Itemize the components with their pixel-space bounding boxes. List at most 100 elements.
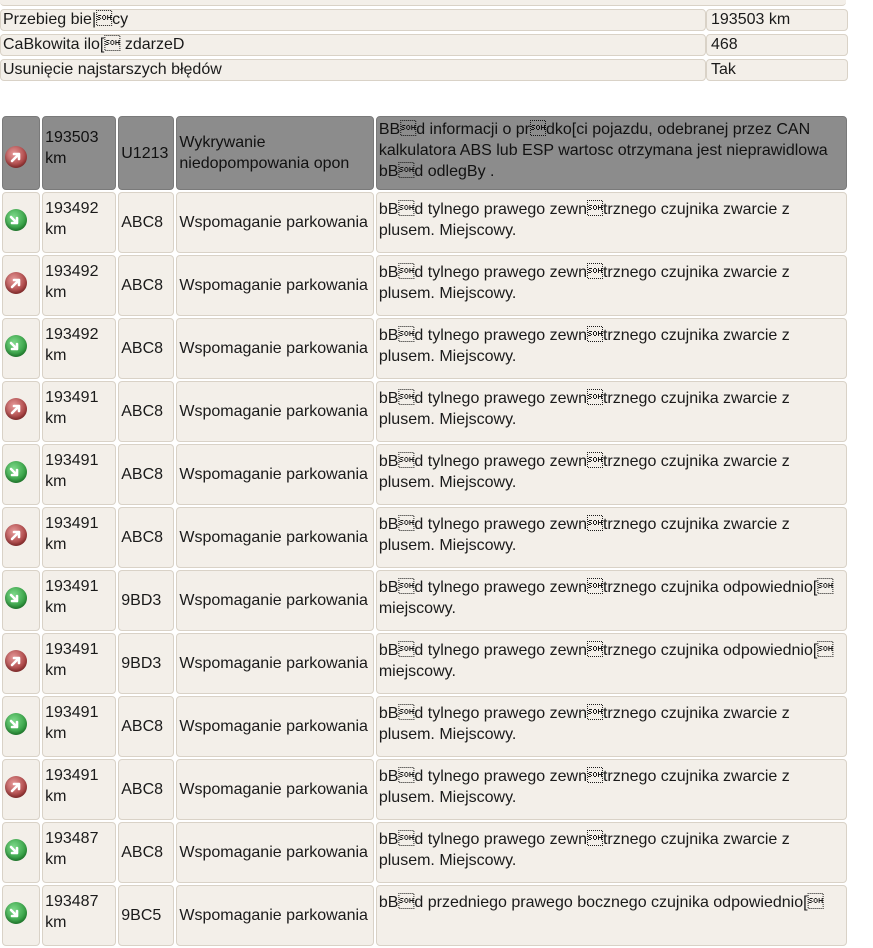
system-name: Wspomaganie parkowania [176, 255, 374, 316]
mileage-unit: km [45, 662, 67, 679]
fault-description: bBd tylnego prawego zewntrznego czujni… [375, 318, 847, 379]
mileage-cell: 193492 km [42, 192, 117, 253]
fault-code: ABC8 [118, 444, 175, 505]
fault-description: bBd przedniego prawego bocznego czujnik… [375, 885, 847, 946]
event-row[interactable]: 193491 km ABC8 Wspomaganie parkowania bBd t… [2, 507, 847, 568]
event-row[interactable]: 193491 km ABC8 Wspomaganie parkowania bBd t… [2, 381, 847, 442]
event-row[interactable]: 193491 km ABC8 Wspomaganie parkowania bBd t… [2, 444, 847, 505]
mileage-value: 193492 [45, 200, 99, 217]
mileage-value: 193491 [45, 767, 99, 784]
event-row-current[interactable]: 193503 km U1213 Wykrywanie niedopompowania … [2, 116, 847, 190]
status-cell [2, 116, 41, 190]
mileage-cell: 193492 km [42, 255, 117, 316]
event-row[interactable]: 193491 km ABC8 Wspomaganie parkowania bBd t… [2, 696, 847, 757]
event-row[interactable]: 193492 km ABC8 Wspomaganie parkowania bBd t… [2, 318, 847, 379]
fault-description: bBd tylnego prawego zewntrznego czujni… [375, 255, 847, 316]
system-name: Wspomaganie parkowania [176, 192, 374, 253]
fault-code: ABC8 [118, 507, 175, 568]
event-row[interactable]: 193492 km ABC8 Wspomaganie parkowania bBd t… [2, 255, 847, 316]
fault-description: bBd tylnego prawego zewntrznego czujni… [375, 696, 847, 757]
mileage-unit: km [45, 221, 67, 238]
arrow-up-right-icon [5, 775, 27, 798]
arrow-down-right-icon [5, 712, 27, 735]
fault-description: bBd tylnego prawego zewntrznego czujni… [375, 633, 847, 694]
system-name: Wykrywanie niedopompowania opon [176, 116, 374, 190]
summary-row: Usunięcie najstarszych błędów Tak [0, 59, 848, 81]
system-name: Wspomaganie parkowania [176, 633, 374, 694]
status-cell [2, 885, 41, 946]
status-cell [2, 759, 41, 820]
fault-description: bBd tylnego prawego zewntrznego czujni… [375, 381, 847, 442]
event-row[interactable]: 193491 km 9BD3 Wspomaganie parkowania bBd t… [2, 633, 847, 694]
fault-code: ABC8 [118, 192, 175, 253]
fault-description: bBd tylnego prawego zewntrznego czujni… [375, 570, 847, 631]
mileage-cell: 193487 km [42, 885, 117, 946]
summary-label: Usunięcie najstarszych błędów [0, 59, 706, 81]
fault-code: 9BC5 [118, 885, 175, 946]
mileage-value: 193491 [45, 452, 99, 469]
fault-code: ABC8 [118, 696, 175, 757]
fault-description: bBd tylnego prawego zewntrznego czujni… [375, 192, 847, 253]
summary-value: Tak [706, 59, 848, 81]
summary-row: CaBkowita ilo[ zdarzeD 468 [0, 34, 848, 56]
mileage-cell: 193491 km [42, 570, 117, 631]
system-name: Wspomaganie parkowania [176, 885, 374, 946]
system-name: Wspomaganie parkowania [176, 507, 374, 568]
event-row[interactable]: 193487 km ABC8 Wspomaganie parkowania bBd t… [2, 822, 847, 883]
fault-code: 9BD3 [118, 570, 175, 631]
status-cell [2, 633, 41, 694]
mileage-unit: km [45, 410, 67, 427]
mileage-value: 193487 [45, 893, 99, 910]
mileage-cell: 193487 km [42, 822, 117, 883]
summary-row: Przebieg bie|cy 193503 km [0, 9, 848, 31]
mileage-value: 193492 [45, 263, 99, 280]
event-row[interactable]: 193487 km 9BC5 Wspomaganie parkowania bBd p… [2, 885, 847, 946]
mileage-value: 193492 [45, 326, 99, 343]
fault-code: ABC8 [118, 318, 175, 379]
system-name: Wspomaganie parkowania [176, 318, 374, 379]
system-name: Wspomaganie parkowania [176, 759, 374, 820]
arrow-down-right-icon [5, 460, 27, 483]
mileage-unit: km [45, 347, 67, 364]
events-table: 193503 km U1213 Wykrywanie niedopompowania … [0, 114, 849, 948]
fault-description: bBd tylnego prawego zewntrznego czujni… [375, 507, 847, 568]
summary-table: Przebieg bie|cy 193503 km CaBkowita ilo[… [0, 6, 848, 84]
summary-label: CaBkowita ilo[ zdarzeD [0, 34, 706, 56]
mileage-value: 193491 [45, 641, 99, 658]
fault-description: bBd tylnego prawego zewntrznego czujni… [375, 822, 847, 883]
fault-code: ABC8 [118, 822, 175, 883]
system-name: Wspomaganie parkowania [176, 444, 374, 505]
mileage-value: 193491 [45, 389, 99, 406]
mileage-cell: 193491 km [42, 507, 117, 568]
status-cell [2, 444, 41, 505]
summary-value: 468 [706, 34, 848, 56]
mileage-unit: km [45, 284, 67, 301]
arrow-down-right-icon [5, 334, 27, 357]
status-cell [2, 507, 41, 568]
system-name: Wspomaganie parkowania [176, 381, 374, 442]
mileage-cell: 193491 km [42, 381, 117, 442]
arrow-up-right-icon [5, 146, 27, 168]
status-cell [2, 255, 41, 316]
mileage-unit: km [45, 851, 67, 868]
arrow-down-right-icon [5, 838, 27, 861]
arrow-up-right-icon [5, 523, 27, 546]
status-cell [2, 318, 41, 379]
event-row[interactable]: 193491 km ABC8 Wspomaganie parkowania bBd t… [2, 759, 847, 820]
mileage-unit: km [45, 914, 67, 931]
mileage-cell: 193492 km [42, 318, 117, 379]
fault-description: BBd informacji o prdko[ci pojazdu, ode… [375, 116, 847, 190]
status-cell [2, 381, 41, 442]
fault-description: bBd tylnego prawego zewntrznego czujni… [375, 444, 847, 505]
mileage-value: 193491 [45, 578, 99, 595]
mileage-value: 193491 [45, 704, 99, 721]
mileage-cell: 193491 km [42, 633, 117, 694]
mileage-cell: 193491 km [42, 696, 117, 757]
event-row[interactable]: 193492 km ABC8 Wspomaganie parkowania bBd t… [2, 192, 847, 253]
system-name: Wspomaganie parkowania [176, 822, 374, 883]
summary-label: Przebieg bie|cy [0, 9, 706, 31]
mileage-value: 193487 [45, 830, 99, 847]
event-row[interactable]: 193491 km 9BD3 Wspomaganie parkowania bBd t… [2, 570, 847, 631]
system-name: Wspomaganie parkowania [176, 696, 374, 757]
fault-code: U1213 [118, 116, 175, 190]
